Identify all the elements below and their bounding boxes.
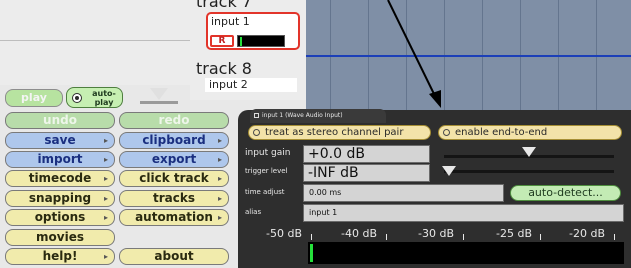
input-gain-label: input gain bbox=[245, 148, 291, 158]
timecode-button[interactable]: timecode ▸ bbox=[5, 170, 115, 187]
divider bbox=[0, 40, 198, 41]
options-button[interactable]: options ▸ bbox=[5, 209, 115, 226]
db-label: -50 dB bbox=[266, 227, 302, 240]
input-level-meter bbox=[308, 242, 624, 264]
chevron-right-icon: ▸ bbox=[103, 174, 108, 183]
level-indicator bbox=[310, 244, 313, 262]
radio-icon bbox=[72, 93, 82, 103]
auto-play-label: auto-play bbox=[92, 89, 116, 107]
chevron-right-icon: ▸ bbox=[103, 136, 108, 145]
track-7-level-meter bbox=[237, 35, 285, 47]
chevron-right-icon: ▸ bbox=[103, 155, 108, 164]
trigger-level-label: trigger level bbox=[245, 167, 288, 175]
movies-button[interactable]: movies bbox=[5, 229, 115, 246]
import-button[interactable]: import ▸ bbox=[5, 151, 115, 168]
input-gain-slider[interactable] bbox=[440, 145, 624, 162]
track-8-name[interactable]: track 8 bbox=[196, 59, 252, 78]
track-7-name[interactable]: track 7 bbox=[196, 0, 252, 11]
lock-icon bbox=[254, 113, 259, 118]
undo-button[interactable]: undo bbox=[5, 112, 115, 129]
trigger-level-slider[interactable] bbox=[440, 164, 624, 181]
click-track-button[interactable]: click track ▸ bbox=[119, 170, 229, 187]
track-7-input[interactable]: input 1 bbox=[211, 15, 250, 28]
panel-tab[interactable]: input 1 (Wave Audio Input) bbox=[250, 109, 386, 123]
chevron-right-icon: ▸ bbox=[217, 174, 222, 183]
radio-icon bbox=[253, 129, 260, 136]
alias-field[interactable]: input 1 bbox=[303, 204, 624, 222]
save-button[interactable]: save ▸ bbox=[5, 132, 115, 149]
about-button[interactable]: about bbox=[119, 248, 229, 265]
timeline[interactable] bbox=[306, 0, 631, 114]
chevron-right-icon: ▸ bbox=[103, 194, 108, 203]
track-list-area bbox=[0, 0, 198, 85]
record-arm-button[interactable]: R bbox=[210, 35, 234, 47]
play-button[interactable]: play bbox=[5, 89, 63, 107]
chevron-right-icon: ▸ bbox=[217, 136, 222, 145]
chevron-right-icon: ▸ bbox=[217, 213, 222, 222]
arrow-annotation bbox=[387, 0, 441, 108]
clipboard-button[interactable]: clipboard ▸ bbox=[119, 132, 229, 149]
track-8-input[interactable]: input 2 bbox=[205, 78, 297, 92]
chevron-right-icon: ▸ bbox=[217, 155, 222, 164]
help-button[interactable]: help! ▸ bbox=[5, 248, 115, 265]
redo-button[interactable]: redo bbox=[119, 112, 229, 129]
track-divider bbox=[306, 55, 631, 57]
chevron-right-icon: ▸ bbox=[217, 194, 222, 203]
radio-icon bbox=[443, 129, 450, 136]
alias-label: alias bbox=[245, 208, 262, 216]
stereo-pair-toggle[interactable]: treat as stereo channel pair bbox=[248, 125, 431, 140]
end-to-end-toggle[interactable]: enable end-to-end bbox=[438, 125, 622, 140]
db-label: -25 dB bbox=[496, 227, 532, 240]
db-label: -30 dB bbox=[418, 227, 454, 240]
chevron-right-icon: ▸ bbox=[103, 213, 108, 222]
tracks-button[interactable]: tracks ▸ bbox=[119, 190, 229, 207]
db-label: -40 dB bbox=[341, 227, 377, 240]
trigger-level-field[interactable]: -INF dB bbox=[303, 164, 430, 182]
chevron-right-icon: ▸ bbox=[103, 252, 108, 261]
snapping-button[interactable]: snapping ▸ bbox=[5, 190, 115, 207]
automation-button[interactable]: automation ▸ bbox=[119, 209, 229, 226]
auto-play-toggle[interactable]: auto-play bbox=[66, 87, 123, 108]
time-adjust-label: time adjust bbox=[245, 188, 285, 196]
input-gain-field[interactable]: +0.0 dB bbox=[303, 145, 430, 163]
volume-slider[interactable] bbox=[140, 88, 178, 106]
time-adjust-field[interactable]: 0.00 ms bbox=[303, 184, 504, 202]
db-label: -20 dB bbox=[569, 227, 605, 240]
auto-detect-button[interactable]: auto-detect... bbox=[510, 185, 621, 201]
export-button[interactable]: export ▸ bbox=[119, 151, 229, 168]
